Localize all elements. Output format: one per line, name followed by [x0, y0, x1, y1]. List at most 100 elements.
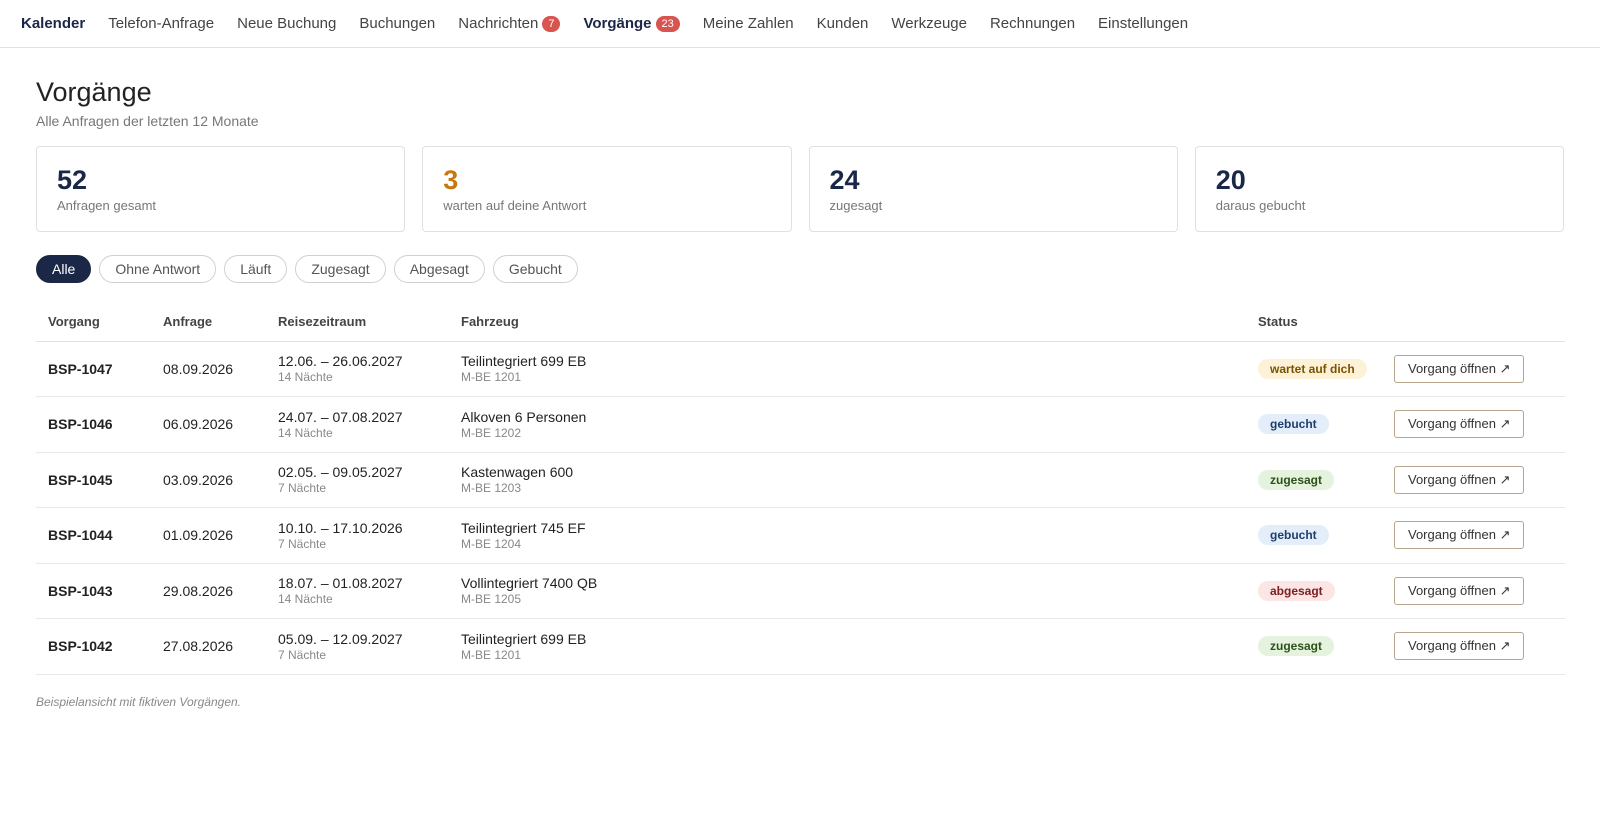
nights-count: 14 Nächte	[278, 370, 333, 385]
action-cell: Vorgang öffnen ↗	[1382, 452, 1565, 508]
license-plate: M-BE 1202	[461, 425, 522, 440]
nav-item-nachrichten[interactable]: Nachrichten 7	[458, 15, 561, 32]
filter-chip-zugesagt[interactable]: Zugesagt	[295, 255, 386, 283]
open-vorgang-button[interactable]: Vorgang öffnen ↗	[1394, 410, 1525, 439]
top-navigation: Kalender Telefon-Anfrage Neue Buchung Bu…	[0, 0, 1600, 48]
vehicle-name: Teilintegriert 745 EF	[461, 519, 586, 536]
action-cell: Vorgang öffnen ↗	[1382, 563, 1565, 619]
travel-period-cell: 12.06. – 26.06.2027 14 Nächte	[266, 341, 449, 397]
stat-card-total: 52 Anfragen gesamt	[36, 146, 406, 232]
action-cell: Vorgang öffnen ↗	[1382, 396, 1565, 453]
filter-chip-gebucht[interactable]: Gebucht	[492, 255, 578, 283]
open-vorgang-button[interactable]: Vorgang öffnen ↗	[1394, 521, 1525, 550]
open-vorgang-button[interactable]: Vorgang öffnen ↗	[1394, 576, 1525, 605]
open-vorgang-button[interactable]: Vorgang öffnen ↗	[1394, 632, 1525, 661]
nav-item-werkzeuge[interactable]: Werkzeuge	[891, 15, 967, 32]
stat-card-waiting: 3 warten auf deine Antwort	[422, 146, 792, 232]
nav-item-label: Rechnungen	[989, 15, 1076, 32]
stat-card-promised: 24 zugesagt	[808, 146, 1178, 232]
nav-count-badge: 23	[655, 15, 680, 32]
travel-period-cell: 10.10. – 17.10.2026 7 Nächte	[266, 507, 449, 564]
stat-value: 52	[57, 165, 88, 195]
license-plate: M-BE 1205	[461, 592, 522, 607]
nav-item-kunden[interactable]: Kunden	[817, 15, 869, 32]
stat-value: 20	[1215, 165, 1246, 195]
travel-period: 02.05. – 09.05.2027	[278, 464, 403, 481]
table-row: BSP-1044 01.09.2026 10.10. – 17.10.2026 7…	[36, 507, 1565, 564]
column-header-anfrage: Anfrage	[151, 303, 266, 342]
vehicle-cell: Teilintegriert 745 EF M-BE 1204	[449, 507, 1246, 564]
stat-label: Anfragen gesamt	[57, 198, 157, 213]
table-row: BSP-1046 06.09.2026 24.07. – 07.08.2027 1…	[36, 396, 1565, 453]
vehicle-name: Kastenwagen 600	[461, 464, 574, 481]
nav-item-buchungen[interactable]: Buchungen	[359, 15, 435, 32]
vorgang-id: BSP-1044	[36, 507, 151, 564]
anfrage-date: 03.09.2026	[151, 452, 266, 508]
main-content: Vorgänge Alle Anfragen der letzten 12 Mo…	[0, 48, 1600, 709]
vehicle-name: Teilintegriert 699 EB	[461, 353, 587, 370]
nav-item-label: Meine Zahlen	[702, 15, 794, 32]
anfrage-date: 08.09.2026	[151, 341, 266, 397]
filter-chip-abgesagt[interactable]: Abgesagt	[393, 255, 485, 283]
license-plate: M-BE 1201	[461, 370, 522, 385]
open-vorgang-button[interactable]: Vorgang öffnen ↗	[1394, 354, 1525, 383]
stat-label: warten auf deine Antwort	[443, 198, 587, 213]
travel-period: 05.09. – 12.09.2027	[278, 630, 403, 647]
nav-item-neue-buchung[interactable]: Neue Buchung	[237, 15, 336, 32]
nav-item-label: Telefon-Anfrage	[108, 15, 215, 32]
travel-period-cell: 24.07. – 07.08.2027 14 Nächte	[266, 396, 449, 453]
vehicle-cell: Vollintegriert 7400 QB M-BE 1205	[449, 563, 1246, 619]
column-header-actions	[1382, 303, 1565, 342]
license-plate: M-BE 1201	[461, 647, 522, 662]
column-header-vorgang: Vorgang	[36, 303, 151, 342]
nav-item-label: Kunden	[816, 15, 869, 32]
table-row: BSP-1043 29.08.2026 18.07. – 01.08.2027 1…	[36, 563, 1565, 619]
vorgang-id: BSP-1046	[36, 396, 151, 453]
status-cell: zugesagt	[1246, 618, 1382, 675]
nav-item-einstellungen[interactable]: Einstellungen	[1098, 15, 1188, 32]
vorgang-id: BSP-1042	[36, 618, 151, 675]
license-plate: M-BE 1204	[461, 536, 522, 551]
nights-count: 7 Nächte	[278, 647, 327, 662]
status-cell: wartet auf dich	[1246, 341, 1382, 397]
anfrage-date: 29.08.2026	[151, 563, 266, 619]
travel-period-cell: 05.09. – 12.09.2027 7 Nächte	[266, 618, 449, 675]
nav-item-label: Werkzeuge	[891, 15, 967, 32]
status-badge: wartet auf dich	[1258, 358, 1367, 379]
action-cell: Vorgang öffnen ↗	[1382, 507, 1565, 564]
stat-label: daraus gebucht	[1215, 198, 1306, 213]
column-header-reisezeitraum: Reisezeitraum	[266, 303, 449, 342]
status-badge: zugesagt	[1258, 469, 1335, 490]
nav-item-kalender[interactable]: Kalender	[21, 15, 85, 32]
vorgang-id: BSP-1047	[36, 341, 151, 397]
nav-item-label: Neue Buchung	[237, 15, 337, 32]
stat-value: 3	[443, 165, 459, 195]
status-badge: zugesagt	[1258, 636, 1335, 657]
travel-period: 10.10. – 17.10.2026	[278, 519, 403, 536]
filter-chip-ohne-antwort[interactable]: Ohne Antwort	[99, 255, 217, 283]
column-header-fahrzeug: Fahrzeug	[449, 303, 1246, 342]
nav-item-telefon-anfrage[interactable]: Telefon-Anfrage	[108, 15, 214, 32]
filter-chip-laeuft[interactable]: Läuft	[224, 255, 288, 283]
status-cell: abgesagt	[1246, 563, 1382, 619]
status-cell: gebucht	[1246, 507, 1382, 564]
open-vorgang-button[interactable]: Vorgang öffnen ↗	[1394, 465, 1525, 494]
anfrage-date: 01.09.2026	[151, 507, 266, 564]
status-badge: abgesagt	[1258, 580, 1335, 601]
license-plate: M-BE 1203	[461, 481, 522, 496]
vehicle-cell: Teilintegriert 699 EB M-BE 1201	[449, 618, 1246, 675]
nav-count-badge: 7	[542, 15, 561, 32]
travel-period: 12.06. – 26.06.2027	[278, 353, 403, 370]
filter-chip-alle[interactable]: Alle	[36, 255, 92, 283]
nav-item-meine-zahlen[interactable]: Meine Zahlen	[703, 15, 794, 32]
page-subtitle: Alle Anfragen der letzten 12 Monate	[36, 113, 259, 129]
nav-item-rechnungen[interactable]: Rechnungen	[990, 15, 1075, 32]
vehicle-cell: Kastenwagen 600 M-BE 1203	[449, 452, 1246, 508]
nav-item-vorgaenge[interactable]: Vorgänge 23	[583, 15, 680, 32]
table-row: BSP-1045 03.09.2026 02.05. – 09.05.2027 7…	[36, 452, 1565, 508]
stat-card-booked: 20 daraus gebucht	[1194, 146, 1564, 232]
footnote: Beispielansicht mit fiktiven Vorgängen.	[36, 694, 241, 709]
page-title: Vorgänge	[36, 77, 152, 107]
travel-period: 24.07. – 07.08.2027	[278, 408, 403, 425]
action-cell: Vorgang öffnen ↗	[1382, 341, 1565, 397]
